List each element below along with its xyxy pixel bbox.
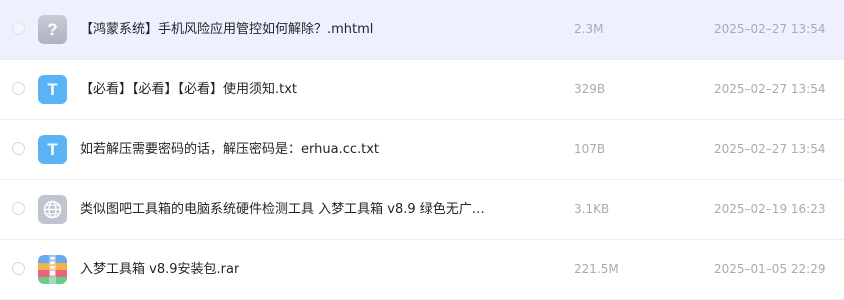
globe-file-icon xyxy=(38,195,67,224)
file-name[interactable]: 类似图吧工具箱的电脑系统硬件检测工具 入梦工具箱 v8.9 绿色无广… xyxy=(80,180,485,239)
file-row[interactable]: ? 【鸿蒙系统】手机风险应用管控如何解除？.mhtml 2.3M 2025–02… xyxy=(0,0,844,60)
row-checkbox[interactable] xyxy=(12,142,25,155)
file-name[interactable]: 【必看】【必看】【必看】使用须知.txt xyxy=(80,60,297,119)
file-name[interactable]: 如若解压需要密码的话，解压密码是：erhua.cc.txt xyxy=(80,120,379,179)
file-date: 2025–02–27 13:54 xyxy=(714,22,826,36)
row-checkbox[interactable] xyxy=(12,22,25,35)
row-checkbox[interactable] xyxy=(12,82,25,95)
unknown-file-icon: ? xyxy=(38,15,67,44)
txt-file-icon: T xyxy=(38,75,67,104)
file-name[interactable]: 入梦工具箱 v8.9安装包.rar xyxy=(80,240,239,299)
file-size: 3.1KB xyxy=(574,202,610,216)
file-name[interactable]: 【鸿蒙系统】手机风险应用管控如何解除？.mhtml xyxy=(80,0,373,59)
file-row[interactable]: 入梦工具箱 v8.9安装包.rar 221.5M 2025–01–05 22:2… xyxy=(0,240,844,300)
file-size: 221.5M xyxy=(574,262,619,276)
file-date: 2025–01–05 22:29 xyxy=(714,262,826,276)
file-row[interactable]: 类似图吧工具箱的电脑系统硬件检测工具 入梦工具箱 v8.9 绿色无广… 3.1K… xyxy=(0,180,844,240)
file-row[interactable]: T 如若解压需要密码的话，解压密码是：erhua.cc.txt 107B 202… xyxy=(0,120,844,180)
file-size: 107B xyxy=(574,142,606,156)
file-date: 2025–02–27 13:54 xyxy=(714,82,826,96)
file-row[interactable]: T 【必看】【必看】【必看】使用须知.txt 329B 2025–02–27 1… xyxy=(0,60,844,120)
row-checkbox[interactable] xyxy=(12,262,25,275)
archive-file-icon xyxy=(38,255,67,284)
file-size: 329B xyxy=(574,82,606,96)
file-date: 2025–02–19 16:23 xyxy=(714,202,826,216)
txt-file-icon: T xyxy=(38,135,67,164)
file-size: 2.3M xyxy=(574,22,604,36)
file-list: ? 【鸿蒙系统】手机风险应用管控如何解除？.mhtml 2.3M 2025–02… xyxy=(0,0,844,300)
file-date: 2025–02–27 13:54 xyxy=(714,142,826,156)
row-checkbox[interactable] xyxy=(12,202,25,215)
